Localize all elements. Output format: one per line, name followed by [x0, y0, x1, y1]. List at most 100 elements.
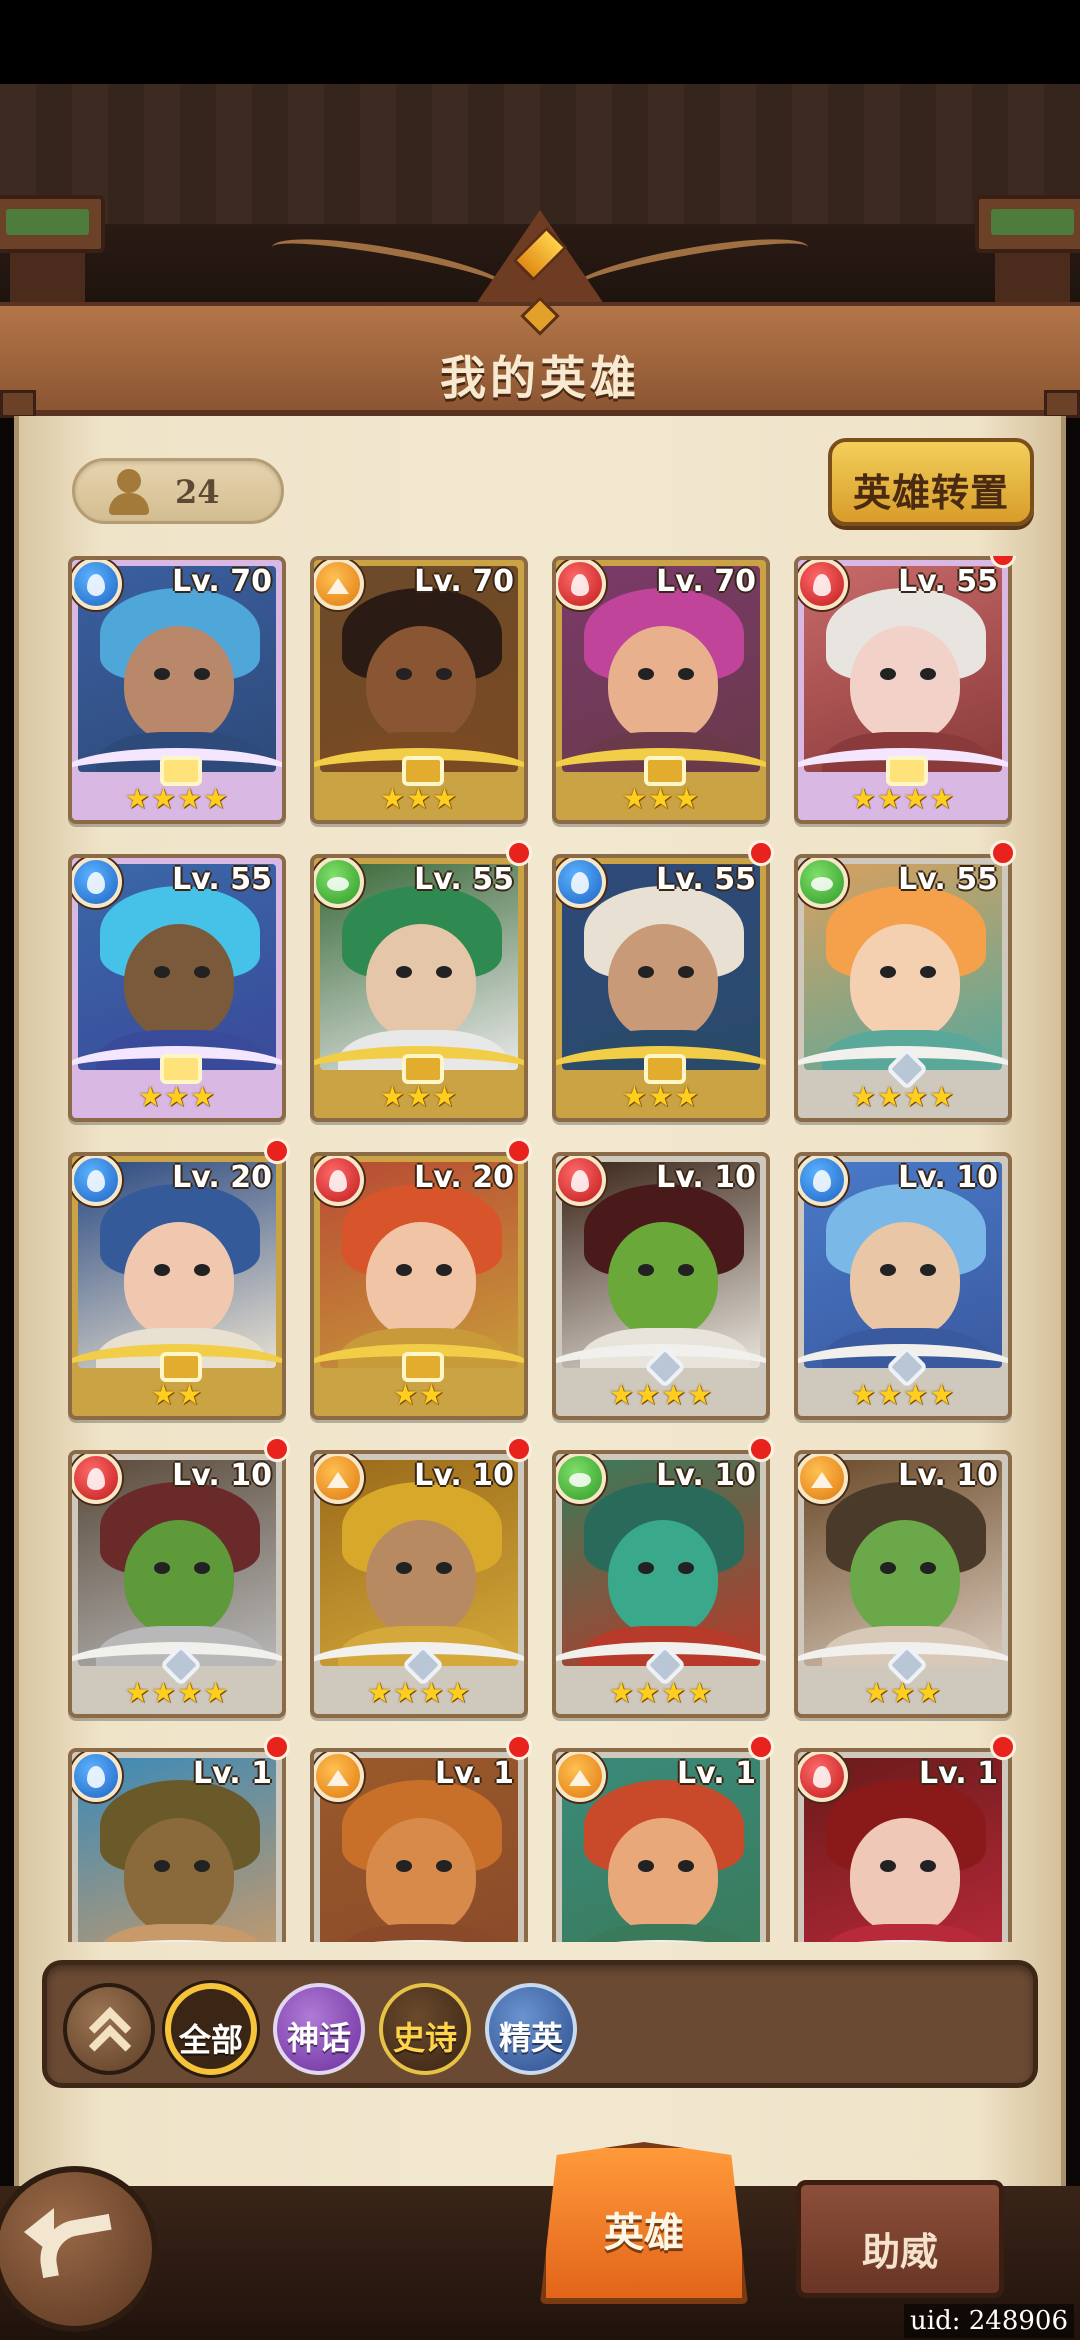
hero-level: Lv. 70 [414, 564, 514, 599]
earth-icon [798, 1454, 848, 1504]
back-arrowhead-icon [24, 2208, 54, 2256]
collapse-chevron-button[interactable] [63, 1983, 155, 2075]
fire-icon [314, 1156, 364, 1206]
hero-card[interactable]: ★★★ Lv. 10 [794, 1450, 1012, 1718]
hero-card[interactable]: ★★★★ Lv. 55 [794, 556, 1012, 824]
hero-stars: ★★★ [621, 782, 701, 815]
hero-card[interactable]: Lv. 1 [794, 1748, 1012, 1942]
water-icon [72, 858, 122, 908]
hero-stars: ★★★ [137, 1080, 217, 1113]
scroll-rod-right [1044, 390, 1080, 418]
hero-card[interactable]: ★★★★ Lv. 10 [552, 1450, 770, 1718]
fire-icon [556, 1156, 606, 1206]
hero-grid[interactable]: ★★★★ Lv. 70 ★★★ Lv. 70 ★★★ Lv. 70 ★★★★ Lv. 55 ★★… [68, 556, 1018, 1942]
earth-icon [556, 1752, 606, 1802]
hero-level: Lv. 10 [656, 1160, 756, 1195]
hero-card[interactable]: ★★ Lv. 20 [68, 1152, 286, 1420]
notification-dot-icon [506, 1734, 532, 1760]
hero-level: Lv. 70 [172, 564, 272, 599]
page-title: 我的英雄 [440, 351, 640, 405]
nature-icon [556, 1454, 606, 1504]
earth-icon [314, 1454, 364, 1504]
filter-all-button[interactable]: 全部 [165, 1983, 257, 2075]
left-pillar-decoration [0, 195, 105, 305]
hero-level: Lv. 10 [898, 1458, 998, 1493]
notification-dot-icon [990, 1734, 1016, 1760]
notification-dot-icon [748, 1436, 774, 1462]
filter-myth-button[interactable]: 神话 [273, 1983, 365, 2075]
hero-card[interactable]: ★★★ Lv. 55 [310, 854, 528, 1122]
tab-cheer[interactable]: 助威 [796, 2180, 1004, 2298]
hero-stars: ★★★★ [124, 782, 230, 815]
hero-level: Lv. 55 [414, 862, 514, 897]
hero-stars: ★★ [392, 1378, 446, 1411]
hero-stars: ★★★★ [608, 1676, 714, 1709]
hero-card[interactable]: ★★★★ Lv. 10 [310, 1450, 528, 1718]
hero-level: Lv. 10 [172, 1458, 272, 1493]
status-bar [0, 0, 1080, 84]
hero-card[interactable]: ★★★ Lv. 55 [68, 854, 286, 1122]
hero-stars: ★★★★ [850, 782, 956, 815]
notification-dot-icon [264, 1138, 290, 1164]
hero-card[interactable]: ★★★★ Lv. 10 [794, 1152, 1012, 1420]
hero-card[interactable]: ★★ Lv. 20 [310, 1152, 528, 1420]
hero-level: Lv. 55 [172, 862, 272, 897]
notification-dot-icon [748, 1734, 774, 1760]
hero-level: Lv. 70 [656, 564, 756, 599]
hero-level: Lv. 1 [919, 1756, 998, 1791]
hero-card[interactable]: ★★★★ Lv. 10 [68, 1450, 286, 1718]
fire-icon [798, 560, 848, 610]
hero-stars: ★★★ [621, 1080, 701, 1113]
hero-level: Lv. 10 [898, 1160, 998, 1195]
hero-stars: ★★★★ [850, 1378, 956, 1411]
fire-icon [798, 1752, 848, 1802]
hero-transfer-button[interactable]: 英雄转置 [828, 438, 1034, 526]
hero-card[interactable]: Lv. 1 [552, 1748, 770, 1942]
hero-card[interactable]: ★★★★ Lv. 70 [68, 556, 286, 824]
hero-stars: ★★★ [379, 782, 459, 815]
hero-transfer-label: 英雄转置 [852, 471, 1009, 515]
hero-stars: ★★★ [379, 1080, 459, 1113]
hero-card[interactable]: ★★★★ Lv. 10 [552, 1152, 770, 1420]
hero-level: Lv. 10 [414, 1458, 514, 1493]
notification-dot-icon [748, 840, 774, 866]
hero-level: Lv. 55 [898, 862, 998, 897]
hero-card[interactable]: ★★★★ Lv. 55 [794, 854, 1012, 1122]
water-icon [72, 1156, 122, 1206]
hero-card[interactable]: ★★★ Lv. 55 [552, 854, 770, 1122]
person-icon [107, 469, 151, 515]
notification-dot-icon [506, 840, 532, 866]
filter-all-label: 全部 [178, 2021, 243, 2059]
user-id-text: uid: 248906 [904, 2304, 1074, 2338]
hero-count: 24 [175, 473, 220, 511]
water-icon [556, 858, 606, 908]
notification-dot-icon [506, 1138, 532, 1164]
fire-icon [72, 1454, 122, 1504]
hero-stars: ★★★★ [124, 1676, 230, 1709]
hero-card[interactable]: Lv. 1 [310, 1748, 528, 1942]
tab-heroes[interactable]: 英雄 [540, 2142, 748, 2304]
hero-level: Lv. 20 [172, 1160, 272, 1195]
tab-heroes-label: 英雄 [604, 2210, 684, 2256]
filter-bar: 全部 神话 史诗 精英 [42, 1960, 1038, 2088]
earth-icon [314, 1752, 364, 1802]
nature-icon [798, 858, 848, 908]
filter-elite-label: 精英 [498, 2019, 563, 2057]
filter-epic-button[interactable]: 史诗 [379, 1983, 471, 2075]
hero-card[interactable]: Lv. 1 [68, 1748, 286, 1942]
notification-dot-icon [990, 840, 1016, 866]
earth-icon [314, 560, 364, 610]
notification-dot-icon [264, 1436, 290, 1462]
notification-dot-icon [506, 1436, 532, 1462]
hero-card[interactable]: ★★★ Lv. 70 [552, 556, 770, 824]
hero-level: Lv. 55 [898, 564, 998, 599]
fire-icon [556, 560, 606, 610]
hero-stars: ★★ [150, 1378, 204, 1411]
water-icon [72, 1752, 122, 1802]
hero-card[interactable]: ★★★ Lv. 70 [310, 556, 528, 824]
notification-dot-icon [264, 1734, 290, 1760]
nature-icon [314, 858, 364, 908]
scroll-rod-left [0, 390, 36, 418]
water-icon [798, 1156, 848, 1206]
filter-elite-button[interactable]: 精英 [485, 1983, 577, 2075]
